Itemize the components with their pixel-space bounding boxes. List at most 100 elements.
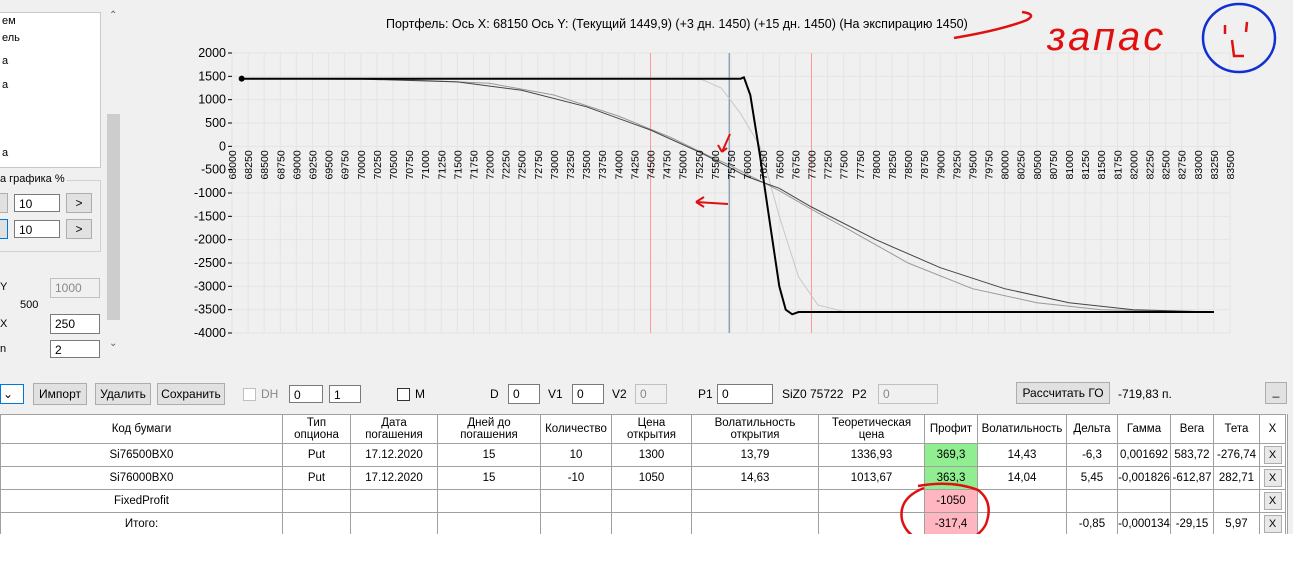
- portfolio-chart[interactable]: 2000 1500 1000 500 0 -500 -1000 -1500 -2000 -2500…: [122, 0, 1293, 358]
- table-cell[interactable]: Si76000BX0: [0, 466, 283, 490]
- table-cell[interactable]: 1050: [611, 466, 692, 490]
- delete-row-button[interactable]: X: [1263, 515, 1282, 533]
- table-cell[interactable]: 5,45: [1066, 466, 1118, 490]
- column-header[interactable]: Дельта: [1066, 414, 1118, 444]
- table-cell[interactable]: 13,79: [691, 443, 819, 467]
- table-row[interactable]: Итого: -317,4 -0,85 -0,000134 -29,15 5,97 X: [0, 512, 1286, 536]
- list-item[interactable]: ель: [2, 32, 20, 44]
- scale-row1-input[interactable]: 10: [14, 194, 60, 212]
- table-cell[interactable]: 14,43: [977, 443, 1067, 467]
- list-item[interactable]: ем: [2, 15, 16, 27]
- table-cell[interactable]: Si76500BX0: [0, 443, 283, 467]
- column-header[interactable]: Вега: [1170, 414, 1214, 444]
- table-cell[interactable]: [691, 489, 819, 513]
- table-cell[interactable]: Put: [282, 443, 351, 467]
- table-cell[interactable]: -612,87: [1170, 466, 1214, 490]
- table-cell[interactable]: [1117, 489, 1171, 513]
- d-input[interactable]: 0: [508, 384, 540, 404]
- table-cell[interactable]: -29,15: [1170, 512, 1214, 536]
- table-row[interactable]: Si76500BX0 Put 17.12.2020 15 10 1300 13,79 1336…: [0, 443, 1286, 467]
- scroll-thumb[interactable]: [107, 114, 120, 320]
- table-cell[interactable]: 17.12.2020: [350, 443, 438, 467]
- list-item[interactable]: а: [2, 55, 8, 67]
- table-cell[interactable]: 15: [437, 466, 541, 490]
- table-cell[interactable]: [1066, 489, 1118, 513]
- import-button[interactable]: Импорт: [33, 383, 87, 405]
- p1-input[interactable]: 0: [717, 384, 773, 404]
- delete-row-button[interactable]: X: [1263, 469, 1282, 487]
- column-header[interactable]: Количество: [540, 414, 612, 444]
- scale-row2-next-button[interactable]: >: [66, 219, 92, 239]
- column-header[interactable]: Гамма: [1117, 414, 1171, 444]
- list-item[interactable]: а: [2, 79, 8, 91]
- table-cell[interactable]: -276,74: [1213, 443, 1260, 467]
- column-header[interactable]: Профит: [924, 414, 978, 444]
- table-cell[interactable]: [350, 512, 438, 536]
- delete-row-cell[interactable]: X: [1259, 466, 1286, 490]
- table-cell[interactable]: -0,000134: [1117, 512, 1171, 536]
- table-cell[interactable]: -0,001826: [1117, 466, 1171, 490]
- spin1-input[interactable]: 0: [289, 385, 323, 403]
- table-cell[interactable]: [282, 489, 351, 513]
- dh-checkbox[interactable]: [243, 388, 256, 401]
- table-cell[interactable]: [437, 512, 541, 536]
- calc-go-button[interactable]: Рассчитать ГО: [1016, 382, 1110, 404]
- delete-row-cell[interactable]: X: [1259, 489, 1286, 513]
- table-cell[interactable]: [350, 489, 438, 513]
- table-cell[interactable]: [1213, 489, 1260, 513]
- scale-row1-next-button[interactable]: >: [66, 193, 92, 213]
- v2-input[interactable]: 0: [635, 384, 667, 404]
- table-cell[interactable]: 282,71: [1213, 466, 1260, 490]
- column-header[interactable]: Тета: [1213, 414, 1260, 444]
- table-cell[interactable]: 14,63: [691, 466, 819, 490]
- delete-row-cell[interactable]: X: [1259, 512, 1286, 536]
- save-button[interactable]: Сохранить: [157, 383, 225, 405]
- m-checkbox[interactable]: [397, 388, 410, 401]
- table-row[interactable]: FixedProfit -1050 X: [0, 489, 1286, 513]
- table-cell[interactable]: [691, 512, 819, 536]
- column-header[interactable]: X: [1259, 414, 1286, 444]
- table-row[interactable]: Si76000BX0 Put 17.12.2020 15 -10 1050 14,63 101…: [0, 466, 1286, 490]
- scale-prev-button-2[interactable]: [0, 219, 8, 239]
- column-header[interactable]: Код бумаги: [0, 414, 283, 444]
- table-cell[interactable]: [611, 489, 692, 513]
- column-header[interactable]: Волатильность открытия: [691, 414, 819, 444]
- delete-row-button[interactable]: X: [1263, 446, 1282, 464]
- p2-input[interactable]: 0: [878, 384, 938, 404]
- mode-select[interactable]: ⌄: [0, 384, 24, 404]
- delete-row-cell[interactable]: X: [1259, 443, 1286, 467]
- table-cell[interactable]: Итого:: [0, 512, 283, 536]
- table-cell[interactable]: [611, 512, 692, 536]
- list-item[interactable]: а: [2, 147, 8, 159]
- table-cell[interactable]: 5,97: [1213, 512, 1260, 536]
- table-cell[interactable]: 583,72: [1170, 443, 1214, 467]
- left-scrollbar[interactable]: ⌃ ⌄: [106, 6, 121, 354]
- table-cell[interactable]: [540, 489, 612, 513]
- table-cell[interactable]: -6,3: [1066, 443, 1118, 467]
- table-cell[interactable]: 15: [437, 443, 541, 467]
- minimize-button[interactable]: _: [1265, 382, 1287, 404]
- column-header[interactable]: Цена открытия: [611, 414, 692, 444]
- table-cell[interactable]: Put: [282, 466, 351, 490]
- column-header[interactable]: Тип опциона: [282, 414, 351, 444]
- column-header[interactable]: Дата погашения: [350, 414, 438, 444]
- table-cell[interactable]: 1300: [611, 443, 692, 467]
- scroll-up-icon[interactable]: ⌃: [109, 10, 117, 21]
- table-cell[interactable]: -10: [540, 466, 612, 490]
- scroll-down-icon[interactable]: ⌄: [109, 338, 117, 349]
- table-cell[interactable]: -0,85: [1066, 512, 1118, 536]
- table-cell[interactable]: 17.12.2020: [350, 466, 438, 490]
- scale-prev-button[interactable]: [0, 193, 8, 213]
- delete-button[interactable]: Удалить: [95, 383, 151, 405]
- left-list[interactable]: ем ель а а а: [0, 12, 101, 168]
- spin2-input[interactable]: 1: [329, 385, 361, 403]
- table-cell[interactable]: 0,001692: [1117, 443, 1171, 467]
- table-cell[interactable]: [540, 512, 612, 536]
- scale-row2-input[interactable]: 10: [14, 220, 60, 238]
- delete-row-button[interactable]: X: [1263, 492, 1282, 510]
- x-input[interactable]: 250: [50, 314, 100, 334]
- table-cell[interactable]: [437, 489, 541, 513]
- positions-grid[interactable]: Код бумаги Тип опциона Дата погашения Дней …: [0, 414, 1288, 546]
- table-cell[interactable]: [282, 512, 351, 536]
- table-cell[interactable]: [1170, 489, 1214, 513]
